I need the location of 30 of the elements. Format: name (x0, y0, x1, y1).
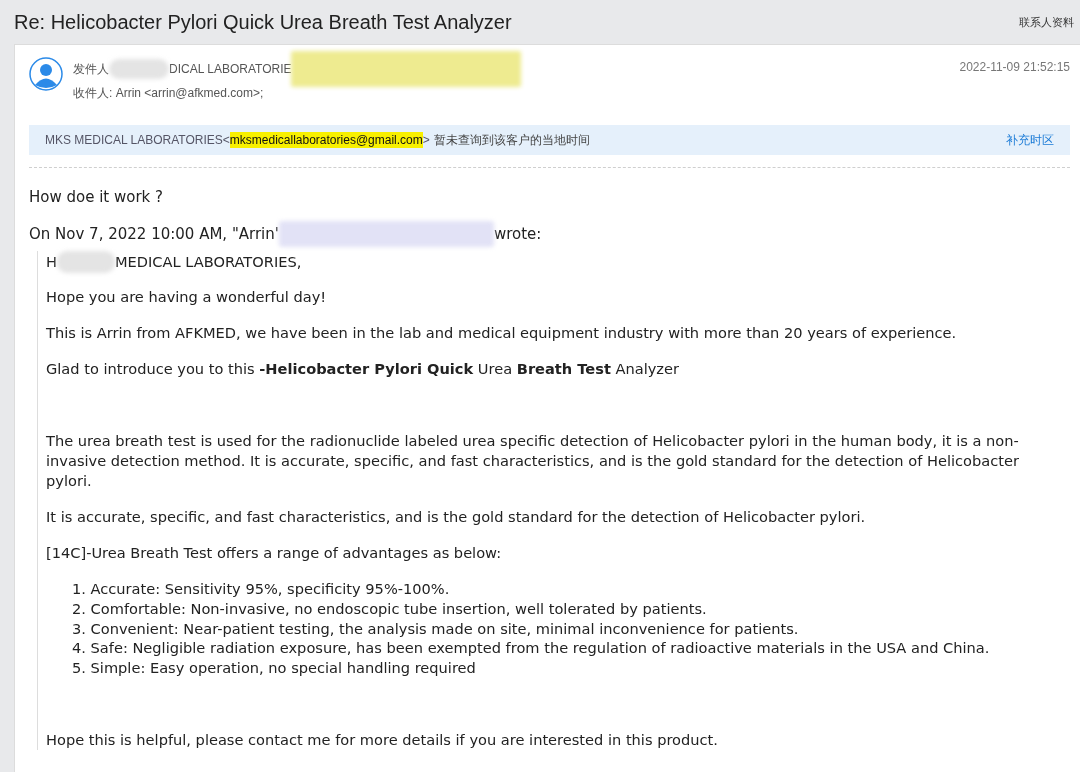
list-item: 3. Convenient: Near-patient testing, the analysis made on site, minimal inconvenience for patients. (72, 618, 800, 639)
contact-info-link[interactable]: 联系人资料 (1019, 14, 1074, 30)
list-item: 1. Accurate: Sensitivity 95%, specificity 95%-100%. (72, 579, 451, 599)
paragraph: Glad to introduce you to this -Helicobacter Pylori Quick Urea Breath Test Analyzer (46, 360, 679, 377)
recipient-line: 收件人: Arrin <arrin@afkmed.com>; (73, 84, 264, 102)
greeting-text: MEDICAL LABORATORIES, (115, 252, 302, 272)
timezone-message: 暂未查询到该客户的当地时间 (433, 132, 590, 147)
redaction-blur (109, 59, 169, 79)
quote-header: On Nov 7, 2022 10:00 AM, "Arrin' (29, 224, 279, 245)
reply-text: How doe it work ? (29, 187, 165, 208)
list-item: 4. Safe: Negligible radiation exposure, has been exempted from the regulation of radioactive materials in the USA and China. (72, 638, 991, 659)
paragraph: The urea breath test is used for the radionuclide labeled urea specific detection of Helicobacter pylori in the human body, it is a non-invasive detection method. It is accurate, specific, and fast characteristics, and is the gold standard for the detection of Helicobacter pylori. (46, 432, 1019, 489)
add-timezone-link[interactable]: 补充时区 (1006, 131, 1054, 149)
sent-date: 2022-11-09 21:52:15 (959, 60, 1070, 74)
sender-label: 发件人 (73, 60, 109, 78)
sender-address: MKS MEDICAL LABORATORIES< (45, 132, 230, 147)
greeting-initial: H (46, 252, 57, 272)
address-bracket: > (422, 132, 430, 147)
paragraph: It is accurate, specific, and fast characteristics, and is the gold standard for the detection of Helicobacter pylori. (46, 508, 866, 525)
paragraph: Hope this is helpful, please contact me for more details if you are interested in this product. (46, 731, 718, 748)
paragraph: This is Arrin from AFKMED, we have been in the lab and medical equipment industry with more than 20 years of experience. (46, 324, 957, 341)
sender-name: DICAL LABORATORIE (169, 62, 292, 76)
list-item: 2. Comfortable: Non-invasive, no endoscopic tube insertion, well tolerated by patients. (72, 598, 708, 619)
email-subject: Re: Helicobacter Pylori Quick Urea Breath Test Analyzer (14, 10, 512, 34)
list-item: 5. Simple: Easy operation, no special handling required (72, 658, 477, 678)
paragraph: Hope you are having a wonderful day! (46, 288, 327, 305)
redaction-blur (57, 251, 115, 273)
quote-header-end: wrote: (493, 224, 542, 245)
paragraph: [14C]-Urea Breath Test offers a range of advantages as below: (46, 544, 502, 561)
user-avatar-icon (29, 57, 63, 91)
